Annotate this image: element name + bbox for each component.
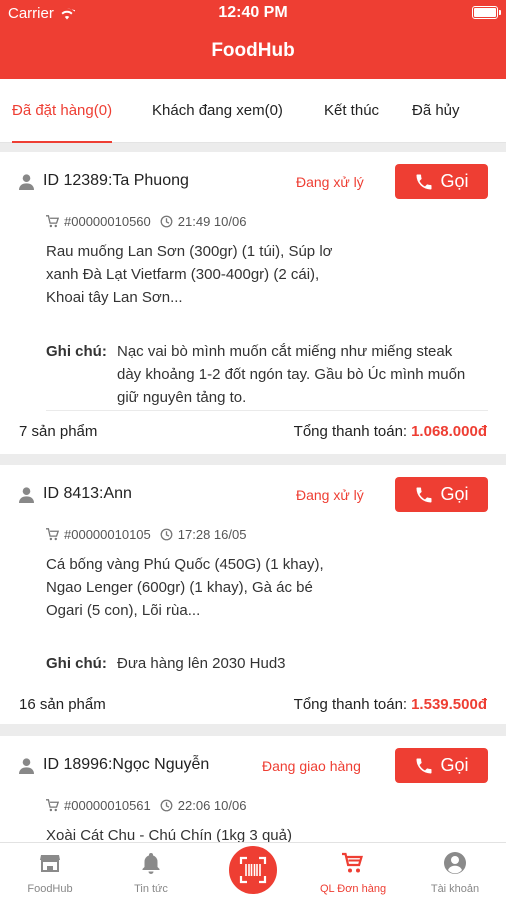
nav-foodhub[interactable]: FoodHub bbox=[0, 843, 100, 900]
cart-small-icon bbox=[46, 799, 59, 812]
call-button[interactable]: Gọi bbox=[395, 748, 488, 783]
order-meta: #00000010105 17:28 16/05 bbox=[46, 527, 246, 542]
cart-small-icon bbox=[46, 528, 59, 541]
order-id: ID 12389:Ta Phuong bbox=[43, 172, 189, 189]
barcode-scan-icon bbox=[239, 856, 267, 884]
cart-small-icon bbox=[46, 215, 59, 228]
order-footer: 16 sản phẩm Tổng thanh toán: 1.539.500đ bbox=[0, 683, 506, 727]
call-button[interactable]: Gọi bbox=[395, 164, 488, 199]
order-status: Đang giao hàng bbox=[262, 758, 361, 774]
product-count: 16 sản phẩm bbox=[19, 696, 106, 713]
nav-label: QL Đơn hàng bbox=[319, 883, 387, 895]
order-time: 21:49 10/06 bbox=[177, 214, 247, 229]
order-id: ID 8413:Ann bbox=[43, 485, 132, 502]
note-label: Ghi chú: bbox=[46, 343, 107, 360]
battery-icon bbox=[472, 6, 501, 19]
order-code: #00000010105 bbox=[64, 527, 151, 542]
call-button-label: Gọi bbox=[440, 484, 469, 504]
nav-orders[interactable]: QL Đơn hàng bbox=[303, 843, 403, 900]
call-button-label: Gọi bbox=[440, 171, 469, 191]
status-time: 12:40 PM bbox=[218, 4, 288, 21]
order-code: #00000010560 bbox=[64, 214, 151, 229]
order-status: Đang xử lý bbox=[296, 174, 364, 190]
order-tabs: Đã đặt hàng(0) Khách đang xem(0) Kết thú… bbox=[0, 79, 506, 143]
total-label: Tổng thanh toán: bbox=[293, 696, 408, 713]
user-icon bbox=[19, 487, 34, 503]
app-header: Carrier 12:40 PM FoodHub bbox=[0, 0, 506, 79]
order-items: Cá bống vàng Phú Quốc (450G) (1 khay), N… bbox=[46, 556, 324, 619]
nav-label: Tài khoản bbox=[430, 883, 480, 895]
note-text: Nạc vai bò mình muốn cắt miếng như miếng… bbox=[117, 343, 466, 406]
total-label: Tổng thanh toán: bbox=[293, 423, 408, 440]
total-amount: 1.068.000đ bbox=[411, 423, 487, 440]
order-status: Đang xử lý bbox=[296, 487, 364, 503]
order-meta: #00000010561 22:06 10/06 bbox=[46, 798, 246, 813]
order-items: Rau muống Lan Sơn (300gr) (1 túi), Súp l… bbox=[46, 243, 333, 306]
tab-ordered[interactable]: Đã đặt hàng(0) bbox=[12, 79, 113, 143]
order-total: Tổng thanh toán: 1.539.500đ bbox=[294, 696, 487, 713]
total-amount: 1.539.500đ bbox=[411, 696, 487, 713]
order-card[interactable]: ID 12389:Ta Phuong Đang xử lý Gọi #00000… bbox=[0, 152, 506, 454]
store-icon bbox=[40, 855, 60, 872]
scan-button[interactable] bbox=[226, 843, 280, 897]
clock-icon bbox=[160, 215, 173, 228]
phone-icon bbox=[416, 487, 432, 502]
order-card[interactable]: ID 8413:Ann Đang xử lý Gọi #00000010105 … bbox=[0, 465, 506, 724]
call-button[interactable]: Gọi bbox=[395, 477, 488, 512]
order-card[interactable]: ID 18996:Ngọc Nguyễn Đang giao hàng Gọi … bbox=[0, 736, 506, 856]
order-id: ID 18996:Ngọc Nguyễn bbox=[43, 756, 210, 773]
nav-news[interactable]: Tin tức bbox=[101, 843, 201, 900]
order-footer: 7 sản phẩm Tổng thanh toán: 1.068.000đ bbox=[0, 410, 506, 454]
order-card-header: ID 8413:Ann Đang xử lý Gọi bbox=[0, 465, 506, 525]
user-icon bbox=[19, 174, 34, 190]
clock-icon bbox=[160, 799, 173, 812]
nav-account[interactable]: Tài khoản bbox=[405, 843, 505, 900]
divider bbox=[46, 410, 488, 411]
call-button-label: Gọi bbox=[440, 755, 469, 775]
account-icon bbox=[444, 852, 466, 874]
product-count: 7 sản phẩm bbox=[19, 423, 98, 440]
cart-icon bbox=[342, 852, 363, 873]
nav-label: Tin tức bbox=[134, 883, 168, 895]
order-time: 17:28 16/05 bbox=[177, 527, 247, 542]
tab-finished[interactable]: Kết thúc bbox=[324, 79, 379, 143]
phone-icon bbox=[416, 758, 432, 773]
order-card-header: ID 18996:Ngọc Nguyễn Đang giao hàng Gọi bbox=[0, 736, 506, 796]
order-card-header: ID 12389:Ta Phuong Đang xử lý Gọi bbox=[0, 152, 506, 212]
note-label: Ghi chú: bbox=[46, 655, 107, 672]
clock-icon bbox=[160, 528, 173, 541]
status-bar: Carrier 12:40 PM bbox=[0, 0, 506, 26]
order-total: Tổng thanh toán: 1.068.000đ bbox=[294, 423, 487, 440]
note-text: Đưa hàng lên 2030 Hud3 bbox=[117, 655, 286, 672]
page-title: FoodHub bbox=[211, 40, 295, 61]
bell-icon bbox=[142, 853, 160, 874]
phone-icon bbox=[416, 174, 432, 189]
tab-cancelled[interactable]: Đã hủy bbox=[412, 79, 460, 143]
order-meta: #00000010560 21:49 10/06 bbox=[46, 214, 246, 229]
nav-label: FoodHub bbox=[27, 883, 73, 895]
order-code: #00000010561 bbox=[64, 798, 151, 813]
tab-viewing[interactable]: Khách đang xem(0) bbox=[152, 79, 283, 143]
order-time: 22:06 10/06 bbox=[177, 798, 247, 813]
user-icon bbox=[19, 758, 34, 774]
